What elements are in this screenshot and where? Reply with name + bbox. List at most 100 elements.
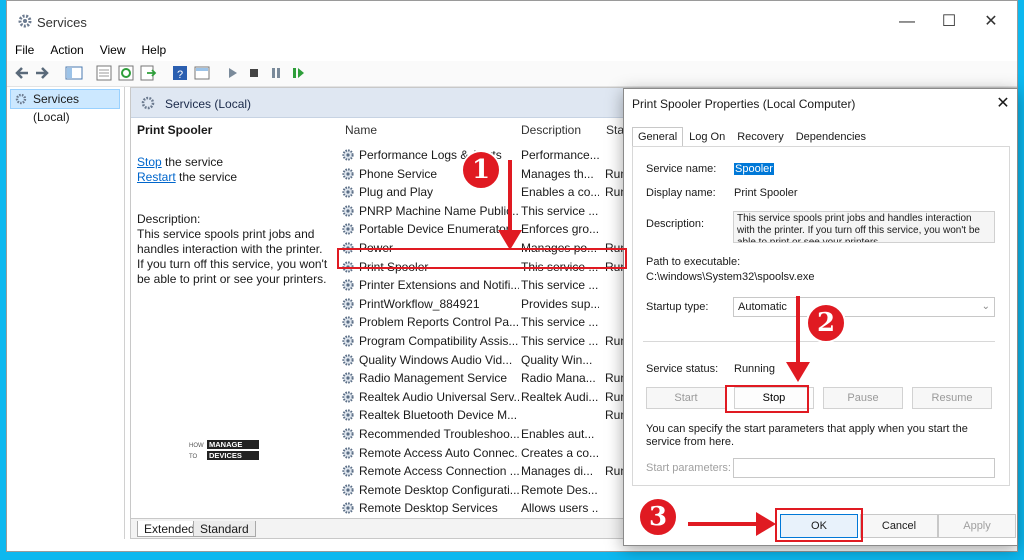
service-description-cell: This service ...	[521, 278, 599, 293]
start-button[interactable]: Start	[646, 387, 726, 409]
tree-item-label: Services (Local)	[33, 92, 80, 124]
dialog-description-box[interactable]: This service spools print jobs and handl…	[733, 211, 995, 243]
tree-item-services-local[interactable]: Services (Local)	[10, 89, 120, 124]
table-row[interactable]: Problem Reports Control Pa... This servic…	[337, 313, 627, 332]
service-gear-icon	[342, 223, 354, 235]
toolbar: ?	[7, 61, 1017, 87]
export-list-icon[interactable]	[139, 64, 157, 82]
cancel-button[interactable]: Cancel	[860, 514, 938, 538]
back-arrow-icon[interactable]	[13, 64, 31, 82]
maximize-button[interactable]: ☐	[929, 7, 969, 37]
column-header-name[interactable]: Name	[345, 123, 377, 137]
resume-button[interactable]: Resume	[912, 387, 992, 409]
services-gear-icon	[18, 14, 32, 28]
show-hide-tree-icon[interactable]	[65, 64, 83, 82]
table-row[interactable]: PrintWorkflow_884921 Provides sup...	[337, 295, 627, 314]
service-description-cell: Quality Win...	[521, 352, 593, 367]
service-gear-icon	[342, 446, 354, 459]
services-gear-icon	[141, 96, 155, 110]
highlight-stop-button	[725, 385, 809, 413]
service-gear-icon	[342, 502, 354, 514]
selected-service-name: Print Spooler	[137, 123, 213, 137]
pause-button[interactable]: Pause	[823, 387, 903, 409]
service-description-cell: Manages th...	[521, 166, 594, 181]
help-icon[interactable]: ?	[171, 64, 189, 82]
menu-action[interactable]: Action	[42, 41, 91, 59]
path-value: C:\windows\System32\spoolsv.exe	[646, 271, 815, 283]
main-header-title: Services (Local)	[165, 97, 252, 111]
table-row[interactable]: Remote Access Connection ... Manages di..…	[337, 462, 627, 481]
service-description-cell: Creates a co...	[521, 445, 599, 460]
restart-service-link[interactable]: Restart	[137, 170, 176, 184]
tab-recovery[interactable]: Recovery	[731, 127, 789, 147]
service-gear-icon	[342, 186, 354, 198]
dialog-tabs: General Log On Recovery Dependencies	[632, 127, 1012, 147]
minimize-button[interactable]: —	[887, 7, 927, 37]
tab-extended[interactable]: Extended	[137, 521, 202, 537]
display-name-value[interactable]: Print Spooler	[734, 187, 798, 199]
column-header-description[interactable]: Description	[521, 123, 581, 137]
service-gear-icon	[342, 279, 354, 291]
forward-arrow-icon[interactable]	[33, 64, 51, 82]
console-view-icon[interactable]	[193, 64, 211, 82]
table-row[interactable]: Portable Device Enumerator ... Enforces g…	[337, 220, 627, 239]
display-name-label: Display name:	[646, 187, 716, 199]
menu-help[interactable]: Help	[134, 41, 175, 59]
apply-button[interactable]: Apply	[938, 514, 1016, 538]
refresh-icon[interactable]	[117, 64, 135, 82]
path-label: Path to executable:	[646, 256, 741, 268]
properties-sheet-icon[interactable]	[95, 64, 113, 82]
dialog-close-icon[interactable]: ✕	[992, 93, 1014, 115]
table-row[interactable]: Printer Extensions and Notifi... This ser…	[337, 276, 627, 295]
start-params-hint: You can specify the start parameters tha…	[646, 423, 968, 448]
table-row[interactable]: Radio Management Service Radio Mana... Run	[337, 369, 627, 388]
tab-general[interactable]: General	[632, 127, 684, 147]
arrow-3-icon	[688, 512, 776, 536]
menu-view[interactable]: View	[92, 41, 134, 59]
close-button[interactable]: ✕	[971, 7, 1011, 37]
service-description-cell: Allows users ...	[521, 501, 599, 516]
table-row[interactable]: Remote Access Auto Connec... Creates a co…	[337, 444, 627, 463]
tab-dependencies[interactable]: Dependencies	[790, 127, 872, 147]
service-name-cell: Quality Windows Audio Vid...	[359, 352, 513, 367]
service-gear-icon	[342, 316, 354, 328]
service-description-cell: Performance...	[521, 148, 599, 162]
menu-file[interactable]: File	[7, 41, 42, 59]
service-name-cell: Printer Extensions and Notifi...	[359, 278, 519, 293]
startup-type-label: Startup type:	[646, 301, 709, 313]
start-params-input[interactable]	[733, 458, 995, 478]
service-description-cell: Provides sup...	[521, 296, 599, 311]
table-row[interactable]: Quality Windows Audio Vid... Quality Win.…	[337, 351, 627, 370]
service-status-value: Running	[734, 363, 775, 375]
table-row[interactable]: Recommended Troubleshoo... Enables aut...	[337, 425, 627, 444]
menu-bar: File Action View Help	[7, 41, 1017, 59]
service-name-cell: Remote Access Auto Connec...	[359, 445, 519, 460]
pause-service-icon[interactable]	[267, 64, 285, 82]
tab-standard[interactable]: Standard	[193, 521, 256, 537]
service-name-cell: Remote Desktop Services	[359, 501, 498, 516]
service-name-cell: Program Compatibility Assis...	[359, 334, 519, 348]
service-description-cell: This service ...	[521, 203, 599, 218]
restart-service-icon[interactable]	[289, 64, 307, 82]
service-gear-icon	[342, 409, 354, 421]
stop-suffix: the service	[161, 155, 224, 169]
table-row[interactable]: PNRP Machine Name Public... This service …	[337, 202, 627, 221]
table-row[interactable]: Remote Desktop Configurati... Remote Des.…	[337, 481, 627, 500]
start-service-icon[interactable]	[223, 64, 241, 82]
step-1-badge: 1	[461, 150, 501, 190]
service-description-cell: This service ...	[521, 334, 599, 348]
svg-text:HOW: HOW	[189, 443, 204, 449]
service-name-value[interactable]: Spooler	[734, 163, 774, 175]
how-to-manage-devices-logo: HOW TO MANAGE DEVICES	[185, 438, 261, 462]
stop-service-icon[interactable]	[245, 64, 263, 82]
service-gear-icon	[342, 149, 354, 161]
table-row[interactable]: Realtek Audio Universal Serv... Realtek A…	[337, 388, 627, 407]
startup-type-select[interactable]: Automatic ⌄	[733, 297, 995, 317]
stop-service-link[interactable]: Stop	[137, 155, 162, 169]
service-description-cell: Enables a co...	[521, 185, 599, 200]
description-text: This service spools print jobs and handl…	[137, 227, 328, 286]
table-row[interactable]: Realtek Bluetooth Device M... Run	[337, 406, 627, 425]
tab-log-on[interactable]: Log On	[683, 127, 731, 147]
table-row[interactable]: Program Compatibility Assis... This servi…	[337, 332, 627, 351]
table-row[interactable]: Remote Desktop Services Allows users ...	[337, 499, 627, 518]
